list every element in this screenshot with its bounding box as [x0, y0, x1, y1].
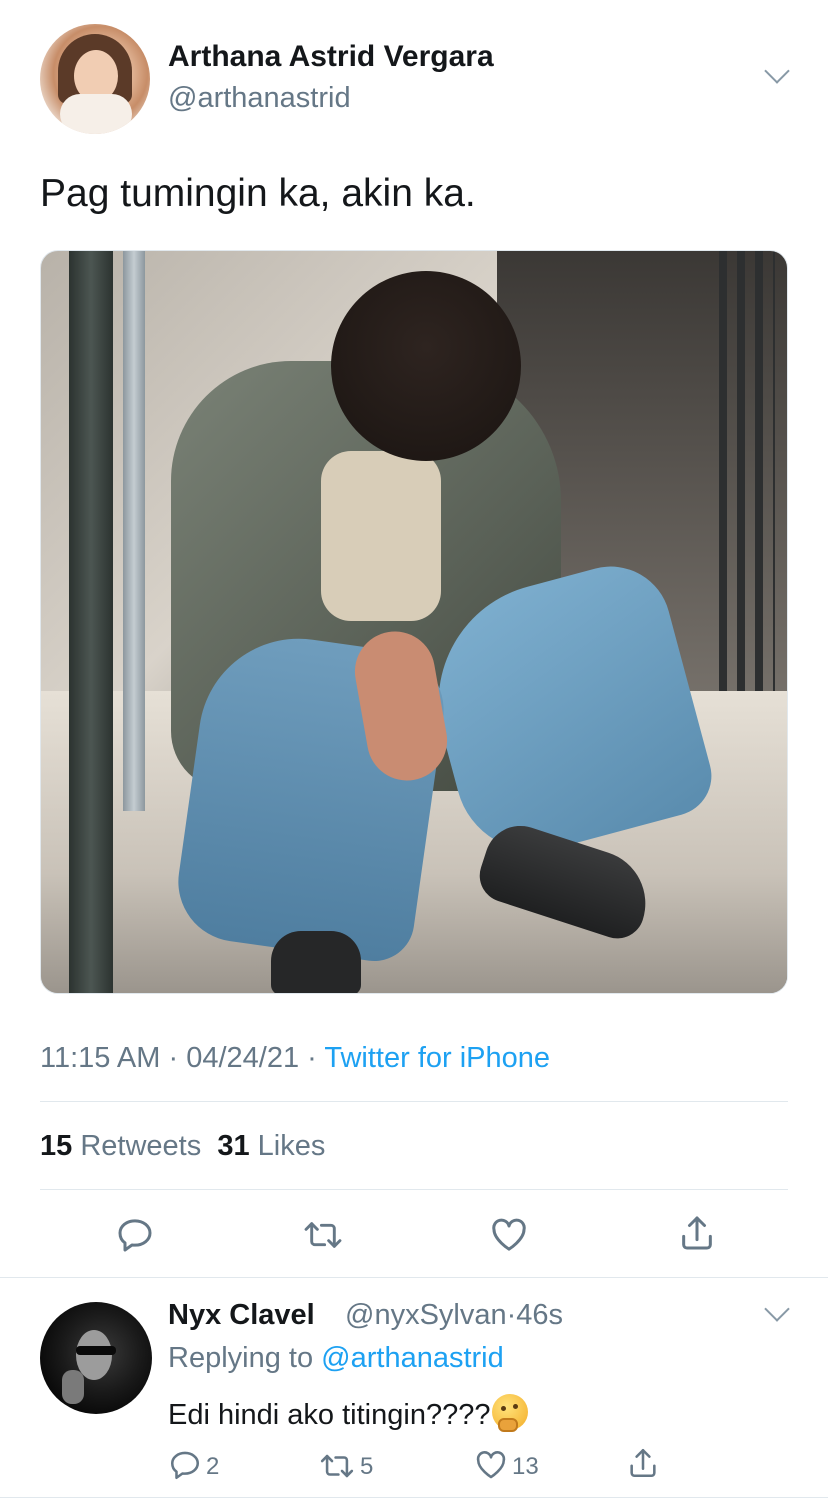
tweet-meta: 11:15 AM · 04/24/21 · Twitter for iPhone: [40, 1042, 550, 1075]
reply-bubble-icon[interactable]: [168, 1448, 202, 1482]
photo-sweater: [321, 451, 441, 621]
avatar-hands: [60, 94, 132, 134]
heart-icon[interactable]: [489, 1215, 529, 1255]
reply-author-avatar[interactable]: [40, 1302, 152, 1414]
photo-head: [331, 271, 521, 461]
avatar-sunglasses: [76, 1346, 116, 1355]
retweets-stat[interactable]: 15 Retweets: [40, 1130, 201, 1162]
tweet-text: Pag tumingin ka, akin ka.: [40, 172, 476, 215]
like-count: 13: [512, 1453, 539, 1480]
divider: [0, 1277, 828, 1278]
reply-age: 46s: [516, 1299, 564, 1331]
tweet-photo[interactable]: [40, 250, 788, 994]
reply-text-line: Edi hindi ako titingin????: [168, 1394, 529, 1432]
chevron-down-icon[interactable]: [764, 1296, 790, 1322]
photo-gate: [719, 251, 775, 691]
photo-railing: [69, 251, 113, 993]
reply-author-name[interactable]: Nyx Clavel: [168, 1299, 315, 1332]
photo-shoe-left: [271, 931, 361, 993]
share-icon[interactable]: [626, 1446, 660, 1480]
reply-author-handle[interactable]: @nyxSylvan: [345, 1299, 507, 1331]
replying-to: Replying to @arthanastrid: [168, 1342, 504, 1375]
photo-pole: [123, 251, 145, 811]
heart-icon[interactable]: [474, 1448, 508, 1482]
meta-separator: ·: [168, 1042, 179, 1074]
retweet-icon[interactable]: [302, 1215, 344, 1255]
divider: [40, 1189, 788, 1190]
likes-stat[interactable]: 31 Likes: [217, 1130, 325, 1162]
divider: [40, 1101, 788, 1102]
thinking-face-icon: [492, 1394, 529, 1432]
author-avatar[interactable]: [40, 24, 150, 134]
share-icon[interactable]: [677, 1213, 717, 1253]
author-handle[interactable]: @arthanastrid: [168, 82, 351, 115]
chevron-down-icon[interactable]: [764, 58, 790, 84]
reply-count: 2: [206, 1453, 220, 1480]
reply-author-meta: @nyxSylvan·46s: [345, 1299, 563, 1332]
replying-to-label: Replying to: [168, 1342, 314, 1374]
retweet-icon[interactable]: [318, 1449, 356, 1483]
reply-bubble-icon[interactable]: [115, 1215, 155, 1255]
author-name[interactable]: Arthana Astrid Vergara: [168, 40, 494, 74]
avatar-hand: [62, 1370, 84, 1404]
replying-to-handle[interactable]: @arthanastrid: [321, 1342, 504, 1374]
tweet-stats: 15 Retweets 31 Likes: [40, 1130, 325, 1163]
tweet-date: 04/24/21: [186, 1042, 300, 1074]
reply-text: Edi hindi ako titingin????: [168, 1399, 491, 1431]
tweet-time: 11:15 AM: [40, 1042, 161, 1074]
meta-separator: ·: [307, 1042, 317, 1074]
divider: [0, 1497, 828, 1498]
meta-separator: ·: [506, 1299, 517, 1331]
retweet-count: 5: [360, 1453, 374, 1480]
tweet-source-link[interactable]: Twitter for iPhone: [324, 1042, 550, 1074]
